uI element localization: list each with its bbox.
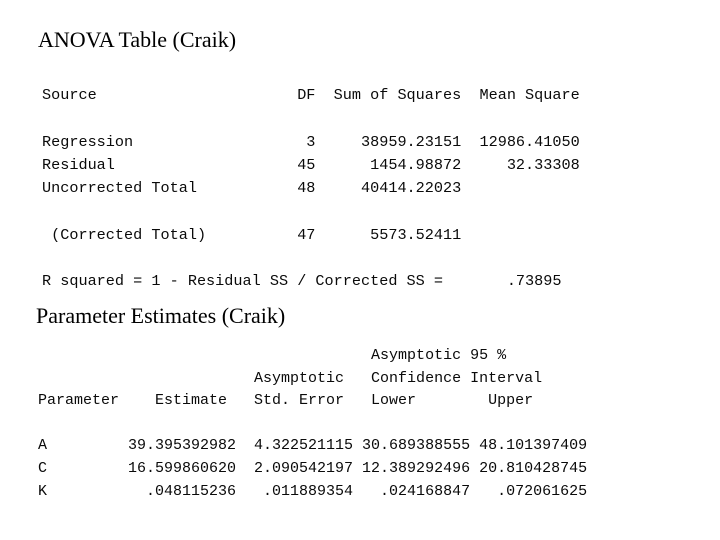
slide-canvas: ANOVA Table (Craik) Source DF Sum of Squ… [0,0,720,540]
anova-table-heading: ANOVA Table (Craik) [38,27,237,52]
parameter-estimates-output: Asymptotic 95 % Asymptotic Confidence In… [38,347,588,500]
anova-table-output: Source DF Sum of Squares Mean Square Reg… [42,86,580,291]
parameter-estimates-heading: Parameter Estimates (Craik) [36,303,286,328]
